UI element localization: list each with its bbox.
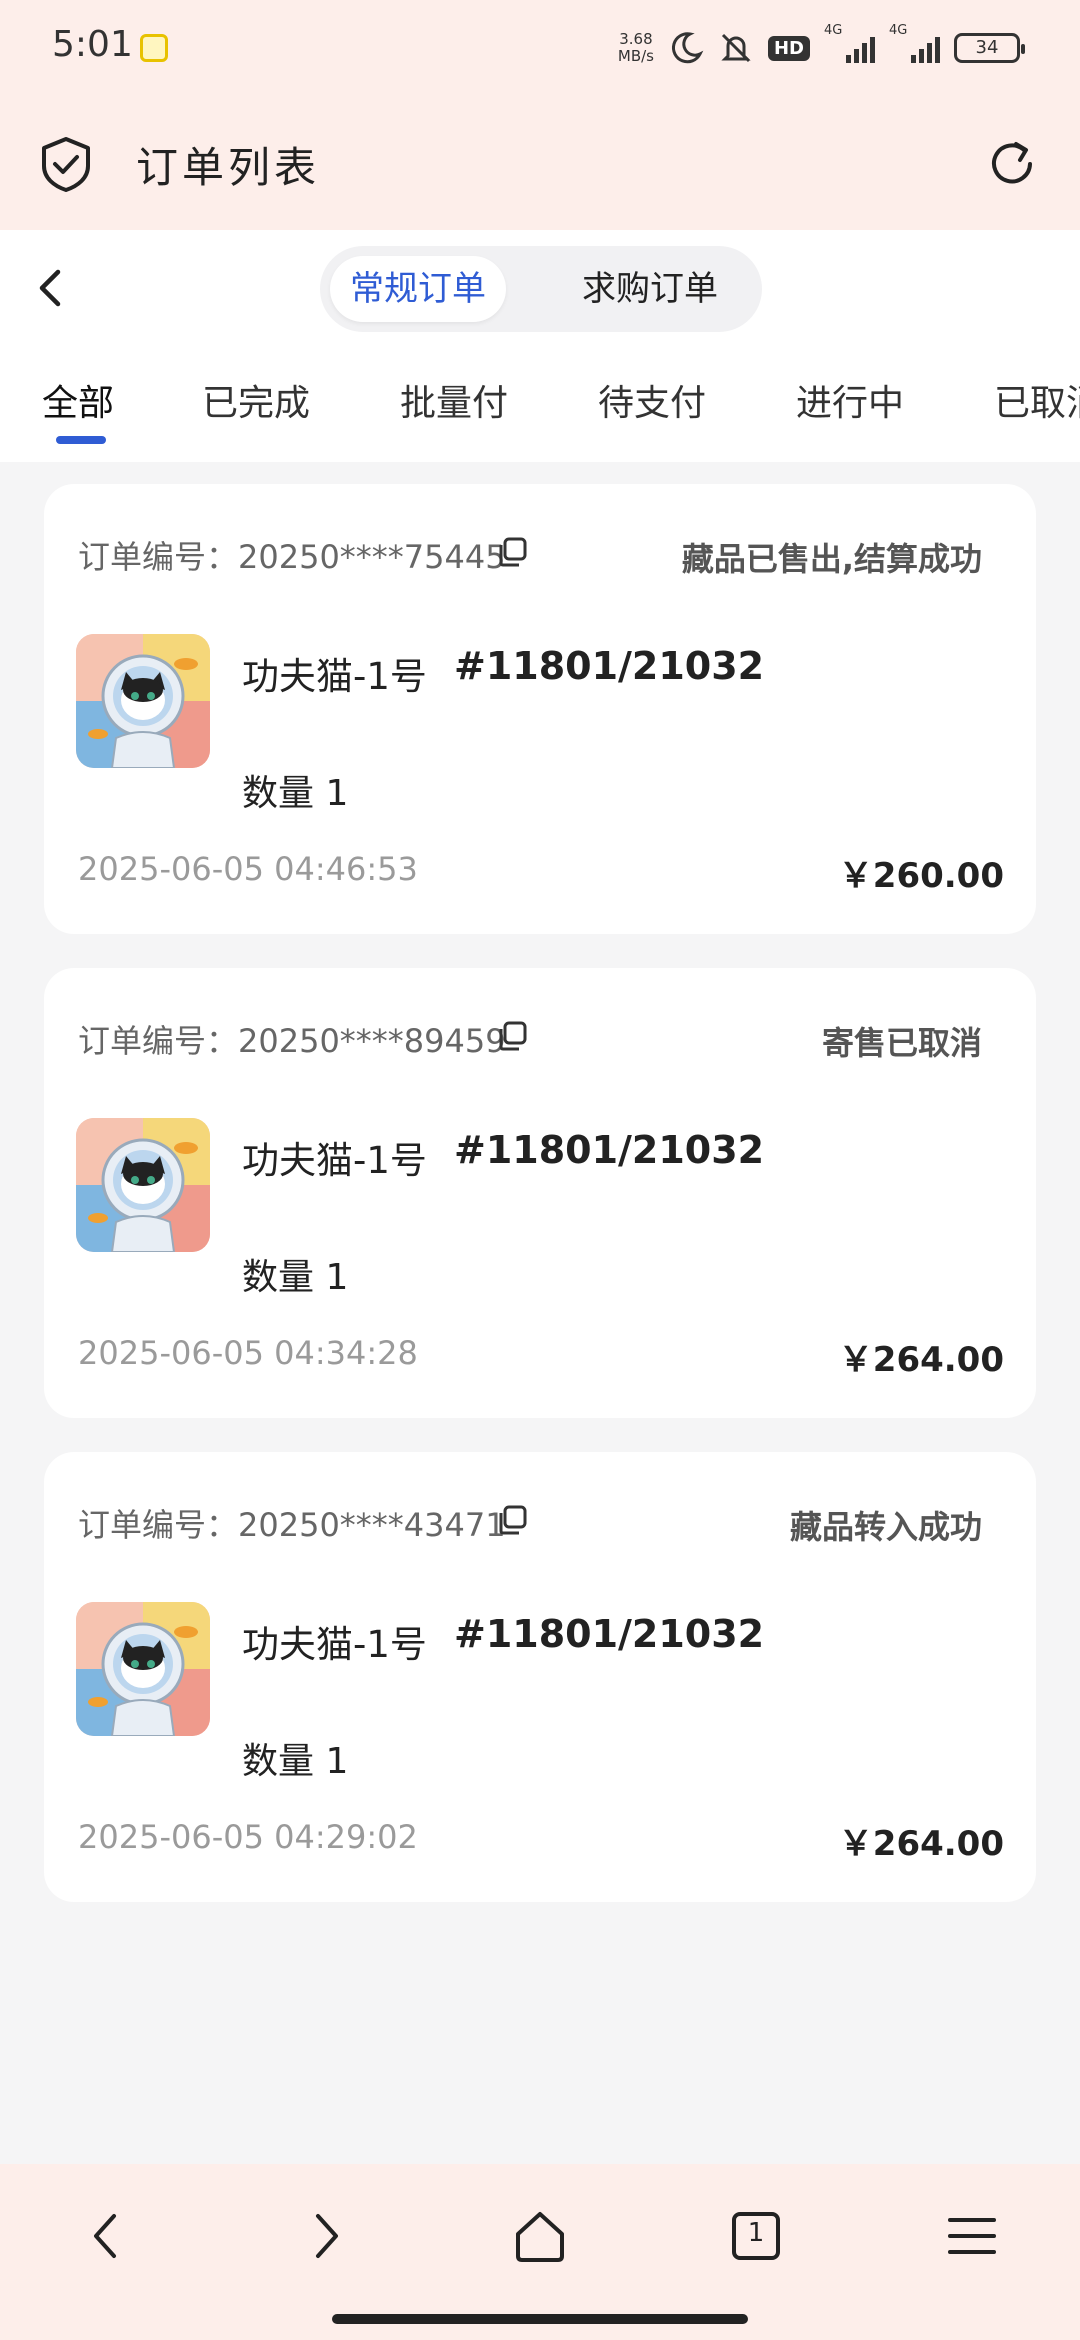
- status-icons: 3.68 MB/s HD 4G 4G 34: [618, 23, 1025, 70]
- product-name: 功夫猫-1号: [242, 1139, 427, 1182]
- net-speed-value: 3.68: [619, 30, 653, 48]
- hd-badge: HD: [767, 35, 810, 61]
- product-serial: #11801/21032: [454, 1128, 765, 1172]
- order-card[interactable]: 订单编号：20250****75445 藏品已售出,结算成功 功夫猫-1号 #1…: [44, 484, 1036, 934]
- order-filter-bar: 常规订单 求购订单 全部 已完成 批量付 待支付 进行中 已取消: [0, 230, 1080, 462]
- tab-completed[interactable]: 已完成: [202, 374, 310, 426]
- order-time: 2025-06-05 04:46:53: [78, 850, 418, 888]
- copy-icon[interactable]: [496, 536, 528, 568]
- kungfu-cat-image: [76, 1118, 210, 1252]
- order-number: 订单编号：20250****75445: [78, 538, 506, 576]
- browser-forward-icon[interactable]: [292, 2204, 356, 2268]
- back-arrow-icon[interactable]: [28, 260, 68, 316]
- signal-label-2: 4G: [889, 23, 908, 38]
- tab-in-progress[interactable]: 进行中: [796, 374, 904, 426]
- product-quantity: 数量 1: [242, 1257, 349, 1298]
- product-serial: #11801/21032: [454, 1612, 765, 1656]
- order-price: ￥264.00: [838, 1340, 1004, 1380]
- segment-regular-orders[interactable]: 常规订单: [330, 256, 506, 322]
- net-speed-unit: MB/s: [617, 47, 654, 65]
- product-serial: #11801/21032: [454, 644, 765, 688]
- order-card[interactable]: 订单编号：20250****89459 寄售已取消 功夫猫-1号 #11801/…: [44, 968, 1036, 1418]
- product-name: 功夫猫-1号: [242, 655, 427, 698]
- product-thumbnail: [76, 1118, 210, 1252]
- order-number: 订单编号：20250****43471: [78, 1506, 506, 1544]
- kungfu-cat-image: [76, 1602, 210, 1736]
- browser-home-icon[interactable]: [508, 2204, 572, 2268]
- status-tabs: 全部 已完成 批量付 待支付 进行中 已取消: [0, 352, 1080, 462]
- product-thumbnail: [76, 634, 210, 768]
- browser-bottom-bar: 1: [0, 2164, 1080, 2340]
- browser-tabs-button[interactable]: 1: [724, 2204, 788, 2268]
- signal-icon-2: 4G: [889, 23, 940, 63]
- signal-label-1: 4G: [824, 23, 843, 38]
- order-status: 藏品转入成功: [789, 1508, 982, 1546]
- browser-back-icon[interactable]: [76, 2204, 140, 2268]
- order-price: ￥260.00: [838, 856, 1004, 896]
- tab-batch-pay[interactable]: 批量付: [400, 374, 508, 426]
- order-status: 藏品已售出,结算成功: [681, 540, 982, 578]
- status-bar: 5:01 3.68 MB/s HD 4G 4G 34: [0, 0, 1080, 96]
- home-indicator[interactable]: [332, 2314, 748, 2324]
- order-number: 订单编号：20250****89459: [78, 1022, 506, 1060]
- refresh-icon[interactable]: [984, 136, 1040, 192]
- product-quantity: 数量 1: [242, 773, 349, 814]
- net-speed: 3.68 MB/s: [618, 31, 654, 65]
- status-time: 5:01: [52, 24, 133, 65]
- order-status: 寄售已取消: [821, 1024, 982, 1062]
- product-quantity: 数量 1: [242, 1741, 349, 1782]
- copy-icon[interactable]: [496, 1504, 528, 1536]
- product-name: 功夫猫-1号: [242, 1623, 427, 1666]
- tab-count: 1: [747, 2218, 765, 2248]
- order-type-segment: 常规订单 求购订单: [320, 246, 762, 332]
- order-card[interactable]: 订单编号：20250****43471 藏品转入成功 功夫猫-1号 #11801…: [44, 1452, 1036, 1902]
- page-title: 订单列表: [136, 143, 321, 192]
- battery-icon: 34: [954, 33, 1025, 63]
- bell-muted-icon: [721, 33, 751, 63]
- tab-cancelled[interactable]: 已取消: [994, 374, 1080, 426]
- order-time: 2025-06-05 04:34:28: [78, 1334, 418, 1372]
- kungfu-cat-image: [76, 634, 210, 768]
- tab-all[interactable]: 全部: [42, 374, 114, 426]
- order-time: 2025-06-05 04:29:02: [78, 1818, 418, 1856]
- app-header: 订单列表: [0, 96, 1080, 230]
- moon-icon: [671, 32, 704, 64]
- product-thumbnail: [76, 1602, 210, 1736]
- notification-icon: [140, 34, 168, 62]
- tab-indicator: [56, 436, 106, 444]
- order-price: ￥264.00: [838, 1824, 1004, 1864]
- segment-purchase-orders[interactable]: 求购订单: [560, 256, 740, 322]
- signal-icon-1: 4G: [824, 23, 875, 63]
- shield-check-icon: [42, 137, 90, 192]
- tab-pending-payment[interactable]: 待支付: [598, 374, 706, 426]
- browser-menu-icon[interactable]: [940, 2204, 1004, 2268]
- copy-icon[interactable]: [496, 1020, 528, 1052]
